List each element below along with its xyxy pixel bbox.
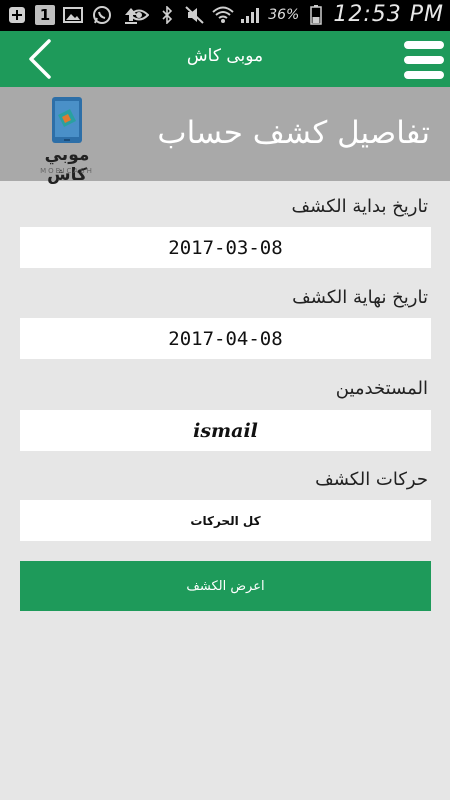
end-date-label: تاريخ نهاية الكشف — [292, 287, 428, 308]
mute-icon — [184, 4, 206, 26]
hamburger-icon-bar — [404, 41, 444, 49]
transactions-select[interactable]: كل الحركات — [20, 500, 431, 541]
clock: 12:53 PM — [333, 2, 444, 27]
header-title: موبى كاش — [186, 46, 264, 66]
hamburger-icon-bar — [404, 71, 444, 79]
status-bar-left: 1 — [6, 4, 142, 26]
battery-percentage: 36% — [268, 6, 300, 23]
users-field[interactable]: ismail — [20, 410, 431, 451]
image-icon — [62, 4, 84, 26]
eye-icon — [128, 4, 150, 26]
users-label: المستخدمين — [335, 378, 428, 399]
menu-button[interactable] — [400, 41, 444, 79]
page-title: تفاصيل كشف حساب — [157, 115, 430, 151]
logo-text: موبي كاش — [44, 145, 90, 185]
logo-subtext: MOBICASH — [40, 167, 94, 175]
page-banner: موبي كاش MOBICASH تفاصيل كشف حساب — [0, 87, 450, 185]
status-bar: 1 36% 12:53 PM — [0, 0, 450, 31]
whatsapp-icon — [91, 4, 113, 26]
signal-icon — [240, 4, 262, 26]
app-header: موبى كاش — [0, 31, 450, 87]
wifi-icon — [212, 4, 234, 26]
hamburger-icon-bar — [404, 56, 444, 64]
show-statement-button[interactable]: اعرض الكشف — [20, 561, 431, 611]
status-bar-right: 36% 12:53 PM — [128, 2, 444, 27]
battery-icon — [305, 4, 327, 26]
transactions-label: حركات الكشف — [315, 469, 428, 490]
phone-logo-icon — [52, 97, 82, 143]
mobicash-logo: موبي كاش MOBICASH — [22, 95, 112, 185]
start-date-field[interactable]: 2017-03-08 — [20, 227, 431, 268]
add-icon — [6, 4, 28, 26]
notification-count-badge: 1 — [35, 5, 55, 25]
start-date-label: تاريخ بداية الكشف — [291, 196, 429, 217]
end-date-field[interactable]: 2017-04-08 — [20, 318, 431, 359]
bluetooth-icon — [156, 4, 178, 26]
